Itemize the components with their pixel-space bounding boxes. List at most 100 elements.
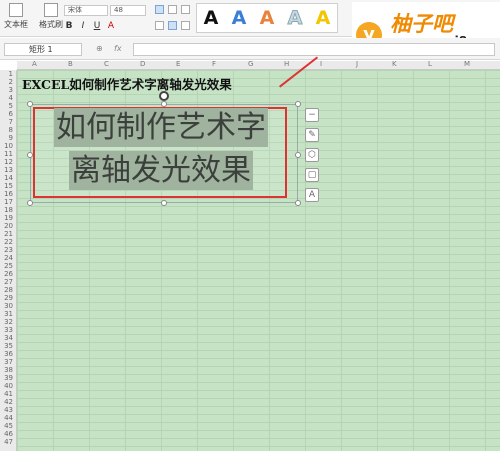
column-label[interactable]: L — [428, 60, 432, 68]
column-label[interactable]: C — [104, 60, 109, 68]
row-label[interactable]: 34 — [4, 334, 13, 342]
align-left-button[interactable] — [155, 21, 164, 30]
shape-fill-icon[interactable]: ⬡ — [305, 148, 319, 162]
italic-button[interactable]: I — [78, 21, 88, 32]
row-label[interactable]: 7 — [9, 118, 13, 126]
row-label[interactable]: 45 — [4, 422, 13, 430]
row-label[interactable]: 41 — [4, 390, 13, 398]
rotate-handle-icon[interactable] — [159, 91, 169, 101]
row-label[interactable]: 17 — [4, 198, 13, 206]
formula-bar: 矩形 1 ⊕ fx — [0, 38, 500, 60]
resize-handle[interactable] — [161, 200, 167, 206]
row-label[interactable]: 12 — [4, 158, 13, 166]
row-label[interactable]: 2 — [9, 78, 13, 86]
row-label[interactable]: 43 — [4, 406, 13, 414]
column-label[interactable]: J — [356, 60, 358, 68]
align-top-button[interactable] — [155, 5, 164, 14]
align-middle-button[interactable] — [168, 5, 177, 14]
row-label[interactable]: 8 — [9, 126, 13, 134]
font-size-select[interactable]: 48 — [110, 5, 146, 16]
row-label[interactable]: 37 — [4, 358, 13, 366]
align-right-button[interactable] — [181, 21, 190, 30]
row-label[interactable]: 38 — [4, 366, 13, 374]
column-label[interactable]: K — [392, 60, 397, 68]
column-label[interactable]: M — [464, 60, 470, 68]
column-label[interactable]: E — [176, 60, 180, 68]
collapse-icon[interactable]: − — [305, 108, 319, 122]
row-label[interactable]: 24 — [4, 254, 13, 262]
row-label[interactable]: 27 — [4, 278, 13, 286]
row-label[interactable]: 39 — [4, 374, 13, 382]
row-label[interactable]: 33 — [4, 326, 13, 334]
bold-button[interactable]: B — [64, 21, 74, 32]
row-label[interactable]: 35 — [4, 342, 13, 350]
fx-button[interactable]: fx — [114, 44, 122, 53]
align-bottom-button[interactable] — [181, 5, 190, 14]
row-label[interactable]: 1 — [9, 70, 13, 78]
format-painter-button[interactable]: 格式刷 — [39, 3, 63, 30]
align-center-button[interactable] — [168, 21, 177, 30]
row-label[interactable]: 19 — [4, 214, 13, 222]
row-label[interactable]: 14 — [4, 174, 13, 182]
row-label[interactable]: 10 — [4, 142, 13, 150]
underline-button[interactable]: U — [92, 21, 102, 32]
row-label[interactable]: 22 — [4, 238, 13, 246]
column-label[interactable]: F — [212, 60, 216, 68]
wordart-style-gallery[interactable]: A A A A A — [196, 3, 338, 33]
resize-handle[interactable] — [27, 200, 33, 206]
row-label[interactable]: 46 — [4, 430, 13, 438]
pen-icon[interactable]: ✎ — [305, 128, 319, 142]
row-label[interactable]: 16 — [4, 190, 13, 198]
resize-handle[interactable] — [295, 200, 301, 206]
row-label[interactable]: 44 — [4, 414, 13, 422]
row-label[interactable]: 15 — [4, 182, 13, 190]
cell-title[interactable]: EXCEL如何制作艺术字离轴发光效果 — [22, 74, 232, 93]
row-label[interactable]: 31 — [4, 310, 13, 318]
row-label[interactable]: 5 — [9, 102, 13, 110]
name-box[interactable]: 矩形 1 — [4, 43, 82, 56]
formula-input[interactable] — [133, 43, 495, 56]
row-label[interactable]: 23 — [4, 246, 13, 254]
row-label[interactable]: 20 — [4, 222, 13, 230]
wordart-style-1[interactable]: A — [232, 7, 247, 29]
row-label[interactable]: 9 — [9, 134, 13, 142]
textbox-button[interactable]: 文本框 — [4, 3, 28, 30]
row-label[interactable]: 47 — [4, 438, 13, 446]
row-header: 1 2 3 4 5 6 7 8 9 10 11 12 13 14 15 16 17 18 19 20 21 22 23 24 2… — [0, 70, 17, 451]
column-header: A B C D E F G H I J K L M — [17, 60, 500, 70]
row-label[interactable]: 26 — [4, 270, 13, 278]
wordart-style-3[interactable]: A — [287, 7, 303, 30]
row-label[interactable]: 21 — [4, 230, 13, 238]
column-label[interactable]: A — [32, 60, 37, 68]
column-label[interactable]: G — [248, 60, 253, 68]
column-label[interactable]: D — [140, 60, 145, 68]
row-label[interactable]: 28 — [4, 286, 13, 294]
row-label[interactable]: 32 — [4, 318, 13, 326]
row-label[interactable]: 11 — [4, 150, 13, 158]
row-label[interactable]: 4 — [9, 94, 13, 102]
wordart-style-2[interactable]: A — [260, 7, 275, 29]
row-label[interactable]: 40 — [4, 382, 13, 390]
row-label[interactable]: 42 — [4, 398, 13, 406]
column-label[interactable]: I — [320, 60, 322, 68]
resize-handle[interactable] — [295, 101, 301, 107]
wordart-style-4[interactable]: A — [316, 7, 331, 29]
row-label[interactable]: 25 — [4, 262, 13, 270]
row-label[interactable]: 13 — [4, 166, 13, 174]
crop-icon[interactable]: ▢ — [305, 168, 319, 182]
row-label[interactable]: 36 — [4, 350, 13, 358]
column-label[interactable]: B — [68, 60, 73, 68]
row-label[interactable]: 29 — [4, 294, 13, 302]
font-name-select[interactable]: 宋体 — [64, 5, 108, 16]
row-label[interactable]: 30 — [4, 302, 13, 310]
column-label[interactable]: H — [284, 60, 289, 68]
row-label[interactable]: 18 — [4, 206, 13, 214]
font-color-button[interactable]: A — [106, 21, 116, 32]
row-label[interactable]: 6 — [9, 110, 13, 118]
resize-handle[interactable] — [295, 152, 301, 158]
row-label[interactable]: 3 — [9, 86, 13, 94]
text-style-icon[interactable]: A — [305, 188, 319, 202]
zoom-icon[interactable]: ⊕ — [96, 44, 103, 53]
wordart-style-0[interactable]: A — [204, 7, 219, 29]
wordart-text[interactable]: 如何制作艺术字 离轴发光效果 — [45, 108, 277, 194]
